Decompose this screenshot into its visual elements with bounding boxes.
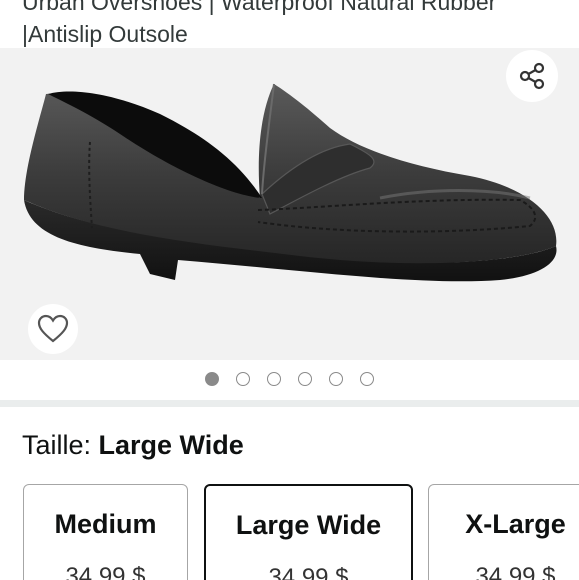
product-title-line-1: Urban Overshoes | Waterproof Natural Rub… xyxy=(22,0,497,15)
size-option-medium[interactable]: Medium 34,99 $ xyxy=(23,484,188,580)
pagination-dot[interactable] xyxy=(236,372,250,386)
share-icon xyxy=(519,62,545,90)
pagination-dot[interactable] xyxy=(360,372,374,386)
share-button[interactable] xyxy=(506,50,558,102)
size-option-x-large[interactable]: X-Large 34,99 $ xyxy=(428,484,579,580)
selected-size-value: Large Wide xyxy=(98,430,244,460)
section-divider xyxy=(0,400,579,407)
size-selector-label: Taille: Large Wide xyxy=(22,428,244,462)
size-option-price: 34,99 $ xyxy=(475,563,556,580)
wishlist-button[interactable] xyxy=(28,304,78,354)
pagination-dot[interactable] xyxy=(267,372,281,386)
size-label: Taille: xyxy=(22,430,99,460)
product-image-gallery[interactable] xyxy=(0,48,579,360)
size-option-price: 34,99 $ xyxy=(65,563,146,580)
pagination-dot[interactable] xyxy=(298,372,312,386)
product-title: Urban Overshoes | Waterproof Natural Rub… xyxy=(22,0,572,50)
pagination-dot[interactable] xyxy=(205,372,219,386)
product-image[interactable] xyxy=(0,48,579,360)
image-pagination xyxy=(0,372,579,386)
size-option-large-wide[interactable]: Large Wide 34,99 $ xyxy=(204,484,413,580)
size-option-name: X-Large xyxy=(465,509,566,539)
heart-icon xyxy=(37,314,69,343)
size-option-name: Medium xyxy=(54,509,157,539)
product-title-line-2: |Antislip Outsole xyxy=(22,21,188,47)
size-option-price: 34,99 $ xyxy=(268,564,349,580)
pagination-dot[interactable] xyxy=(329,372,343,386)
size-option-name: Large Wide xyxy=(235,510,382,540)
